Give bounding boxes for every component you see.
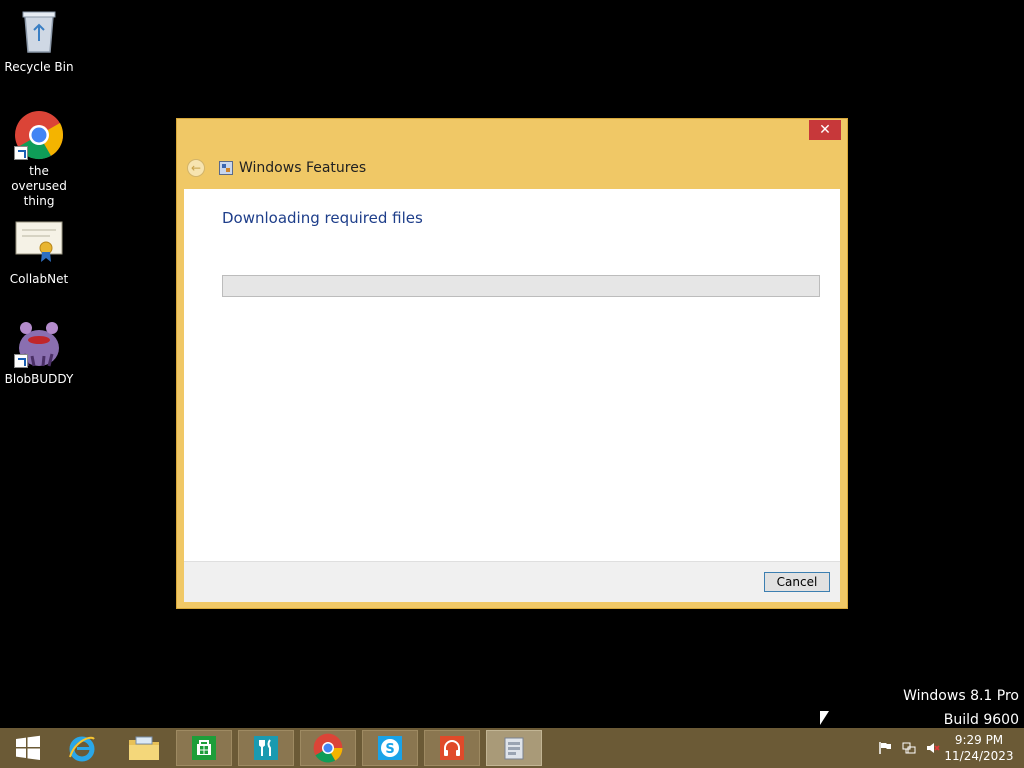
music-icon <box>440 736 464 760</box>
start-icon <box>16 735 40 760</box>
desktop-icon-recycle-bin[interactable]: Recycle Bin <box>0 6 78 75</box>
action-center-flag-icon[interactable] <box>878 741 892 755</box>
windows-features-icon <box>219 161 233 175</box>
recycle-bin-icon <box>14 6 64 56</box>
cancel-button[interactable]: Cancel <box>764 572 830 592</box>
desktop-icon-collabnet[interactable]: CollabNet <box>0 218 78 287</box>
back-button[interactable]: ← <box>187 159 205 177</box>
desktop-icon-chrome-shortcut[interactable]: the overused thing <box>0 110 78 209</box>
windows-features-dialog: ✕ ← Windows Features Downloading require… <box>176 118 848 609</box>
blob-icon <box>14 318 64 368</box>
dialog-content: Downloading required files <box>184 189 840 561</box>
taskbar-music[interactable] <box>424 730 480 766</box>
desktop-icon-label: CollabNet <box>9 272 69 286</box>
taskbar-clock[interactable]: 9:29 PM 11/24/2023 <box>944 732 1014 764</box>
status-heading: Downloading required files <box>222 209 423 227</box>
mouse-cursor-icon <box>820 711 829 725</box>
certificate-icon <box>14 218 64 268</box>
dialog-footer: Cancel <box>184 561 840 602</box>
taskbar-file-explorer[interactable] <box>116 730 172 766</box>
dialog-title: Windows Features <box>239 160 367 176</box>
close-button[interactable]: ✕ <box>809 120 841 140</box>
taskbar-skype[interactable]: S <box>362 730 418 766</box>
taskbar-store[interactable] <box>176 730 232 766</box>
clock-time: 9:29 PM <box>954 733 1004 747</box>
desktop-icon-label: the overused thing <box>11 164 67 208</box>
store-icon <box>192 736 216 760</box>
skype-icon: S <box>378 736 402 760</box>
taskbar: S 9:29 PM 11/24/2023 <box>0 728 1024 768</box>
shortcut-arrow-icon <box>14 146 28 160</box>
chrome-icon <box>14 110 64 160</box>
shortcut-arrow-icon <box>14 354 28 368</box>
desktop-icon-label: Recycle Bin <box>4 60 74 74</box>
desktop-icon-label: BlobBUDDY <box>4 372 74 386</box>
system-tray: 9:29 PM 11/24/2023 <box>864 728 1024 768</box>
taskbar-chrome[interactable] <box>300 730 356 766</box>
taskbar-internet-explorer[interactable] <box>54 730 110 766</box>
file-explorer-icon <box>129 736 159 760</box>
taskbar-windows-features[interactable] <box>486 730 542 766</box>
volume-muted-icon[interactable] <box>926 741 940 755</box>
food-app-icon <box>254 736 278 760</box>
windows-features-icon <box>504 737 524 760</box>
taskbar-food-app[interactable] <box>238 730 294 766</box>
dialog-title-bar: ← Windows Features <box>187 157 366 179</box>
clock-date: 11/24/2023 <box>944 749 1014 763</box>
progress-bar <box>222 275 820 297</box>
desktop-icon-blobbuddy-shortcut[interactable]: BlobBUDDY <box>0 318 78 387</box>
internet-explorer-icon <box>69 736 95 762</box>
svg-text:S: S <box>385 742 394 757</box>
network-icon[interactable] <box>902 741 916 755</box>
os-version-watermark: Windows 8.1 Pro Build 9600 <box>903 684 1019 732</box>
chrome-icon <box>313 733 343 763</box>
os-version-text: Windows 8.1 Pro <box>903 688 1019 704</box>
start-button[interactable] <box>0 730 56 766</box>
